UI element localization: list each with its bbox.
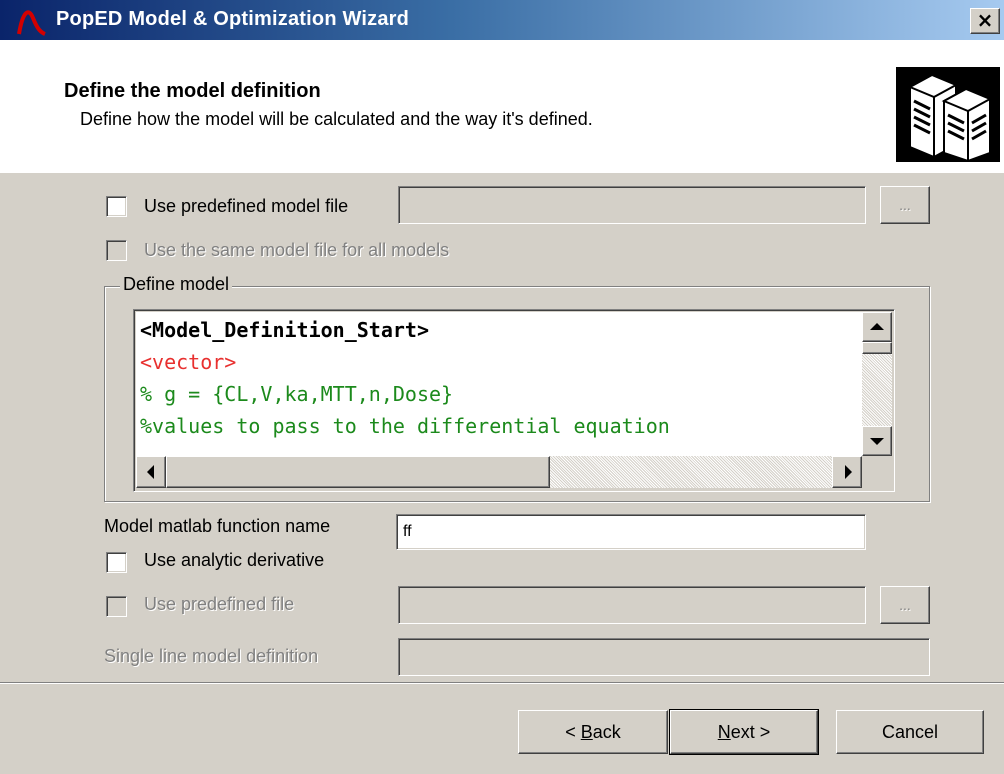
- page-subtitle: Define how the model will be calculated …: [80, 109, 593, 129]
- scrollbar-corner: [862, 456, 892, 488]
- predefined-file-label: Use predefined file: [144, 594, 295, 614]
- use-predefined-model-file-checkbox[interactable]: [106, 196, 127, 217]
- analytic-derivative-label: Use analytic derivative: [144, 550, 325, 570]
- next-button[interactable]: Next >: [670, 710, 818, 754]
- use-predefined-model-file-label: Use predefined model file: [144, 196, 349, 216]
- predefined-file-browse-button[interactable]: ...: [880, 586, 930, 624]
- model-file-browse-button[interactable]: ...: [880, 186, 930, 224]
- back-accesskey: B: [580, 722, 593, 742]
- analytic-derivative-checkbox[interactable]: [106, 552, 127, 573]
- editor-horizontal-scrollbar[interactable]: [136, 456, 862, 488]
- model-code-text[interactable]: <Model_Definition_Start> <vector> % g = {C…: [136, 312, 862, 456]
- matlab-function-input[interactable]: ff: [396, 514, 866, 550]
- servers-icon: [896, 67, 1000, 162]
- arrow-right-icon: [845, 465, 852, 479]
- same-model-file-label: Use the same model file for all models: [144, 240, 450, 260]
- predefined-file-checkbox[interactable]: [106, 596, 127, 617]
- next-rest: ext >: [730, 722, 771, 742]
- footer-divider-highlight: [0, 683, 1004, 684]
- back-prefix: <: [565, 722, 581, 742]
- code-line: %values to pass to the differential equa…: [140, 414, 670, 438]
- define-model-group-label: Define model: [120, 274, 233, 295]
- header-divider: [0, 172, 1004, 173]
- scroll-up-button[interactable]: [862, 312, 892, 342]
- code-line: <vector>: [140, 350, 237, 374]
- code-line: % g = {CL,V,ka,MTT,n,Dose}: [140, 382, 454, 406]
- predefined-file-input[interactable]: [398, 586, 866, 624]
- wizard-header: [0, 41, 1004, 173]
- scroll-left-button[interactable]: [136, 456, 166, 488]
- next-accesskey: N: [717, 722, 731, 742]
- window-title: PopED Model & Optimization Wizard: [56, 8, 410, 30]
- poped-curve-icon: [17, 10, 46, 36]
- scroll-down-button[interactable]: [862, 426, 892, 456]
- arrow-left-icon: [147, 465, 154, 479]
- code-line: <Model_Definition_Start>: [140, 318, 429, 342]
- back-rest: ack: [592, 722, 621, 742]
- back-button[interactable]: < Back: [518, 710, 668, 754]
- single-line-input[interactable]: [398, 638, 930, 676]
- cancel-button[interactable]: Cancel: [836, 710, 984, 754]
- same-model-file-checkbox[interactable]: [106, 240, 127, 261]
- horizontal-scroll-thumb[interactable]: [166, 456, 550, 488]
- scroll-right-button[interactable]: [832, 456, 862, 488]
- model-file-path-input[interactable]: [398, 186, 866, 224]
- page-title: Define the model definition: [64, 80, 321, 102]
- close-button[interactable]: ×: [970, 8, 1000, 34]
- matlab-function-label: Model matlab function name: [104, 516, 331, 536]
- arrow-up-icon: [870, 323, 884, 330]
- arrow-down-icon: [870, 438, 884, 445]
- vertical-scroll-thumb[interactable]: [862, 342, 892, 354]
- editor-vertical-scrollbar[interactable]: [862, 312, 892, 456]
- single-line-label: Single line model definition: [104, 646, 319, 666]
